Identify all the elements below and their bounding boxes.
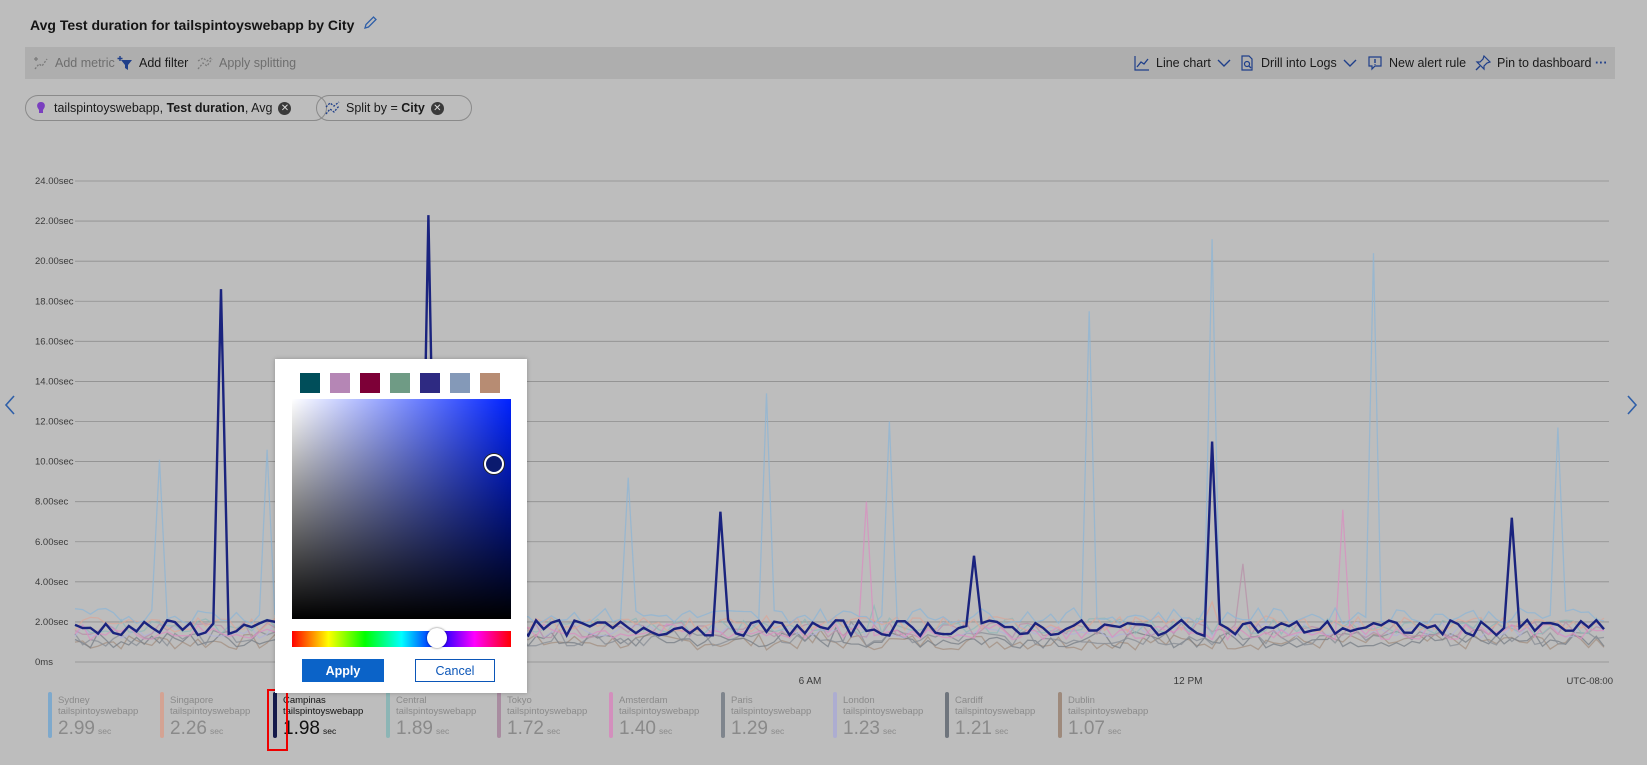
color-picker-dialog: Apply Cancel	[275, 359, 527, 693]
legend-value: 2.26 sec	[170, 718, 224, 739]
pencil-icon[interactable]	[362, 15, 378, 34]
legend-color-bar[interactable]	[48, 692, 52, 738]
apply-splitting-label: Apply splitting	[219, 56, 297, 70]
hue-slider-thumb[interactable]	[426, 628, 447, 648]
line-chart-icon	[1134, 56, 1149, 71]
timezone-label: UTC-08:00	[1567, 676, 1613, 687]
line-chart-label: Line chart	[1156, 56, 1211, 70]
color-swatch[interactable]	[300, 373, 320, 393]
y-tick-label: 4.00sec	[35, 577, 69, 588]
legend-color-bar[interactable]	[609, 692, 613, 738]
y-tick-label: 0ms	[35, 657, 53, 668]
legend-series-name: Singapore tailspintoyswebapp	[170, 695, 251, 717]
chevron-left-icon[interactable]	[4, 395, 16, 420]
apply-button[interactable]: Apply	[302, 659, 384, 682]
y-tick-label: 14.00sec	[35, 376, 74, 387]
split-pill[interactable]: Split by = City ✕	[316, 95, 472, 121]
remove-split-icon[interactable]: ✕	[430, 101, 444, 115]
new-alert-rule-label: New alert rule	[1389, 56, 1467, 70]
hue-slider[interactable]	[292, 631, 511, 647]
legend-series-name: Paris tailspintoyswebapp	[731, 695, 812, 717]
x-tick-label: 6 AM	[799, 676, 822, 687]
saturation-value-area[interactable]	[292, 399, 511, 619]
add-filter-label: Add filter	[139, 56, 189, 70]
metric-pill[interactable]: tailspintoyswebapp, Test duration, Avg ✕	[25, 95, 327, 121]
remove-metric-icon[interactable]: ✕	[278, 101, 292, 115]
x-tick-label: 12 PM	[1174, 676, 1203, 687]
drill-into-logs-label: Drill into Logs	[1261, 56, 1337, 70]
add-filter-button[interactable]: Add filter	[117, 47, 188, 79]
line-chart: 0ms 2.00sec 4.00sec 6.00sec 8.00sec 10.00sec 1…	[35, 176, 1613, 687]
add-filter-icon	[117, 56, 132, 70]
app-insights-icon	[37, 102, 45, 113]
legend-value: 1.29 sec	[731, 718, 785, 739]
chevron-down-icon	[1343, 59, 1357, 67]
color-swatch[interactable]	[390, 373, 410, 393]
logs-icon	[1241, 55, 1253, 71]
more-options-button[interactable]: ···	[1595, 47, 1608, 79]
y-tick-label: 12.00sec	[35, 417, 74, 428]
legend-value: 1.72 sec	[507, 718, 561, 739]
chevron-down-icon	[1217, 59, 1231, 67]
legend-series-name: Tokyo tailspintoyswebapp	[507, 695, 588, 717]
pin-icon	[1475, 55, 1491, 71]
line-chart-dropdown[interactable]: Line chart	[1134, 47, 1231, 79]
legend-color-bar[interactable]	[497, 692, 501, 738]
y-tick-label: 2.00sec	[35, 617, 69, 628]
color-selector-knob[interactable]	[484, 454, 504, 474]
legend-color-bar[interactable]	[945, 692, 949, 738]
apply-splitting-button[interactable]: Apply splitting	[197, 47, 296, 79]
y-tick-label: 16.00sec	[35, 336, 74, 347]
legend-series-name: London tailspintoyswebapp	[843, 695, 924, 717]
y-tick-label: 8.00sec	[35, 497, 69, 508]
selected-legend-highlight	[267, 689, 288, 751]
color-swatch[interactable]	[480, 373, 500, 393]
apply-splitting-icon	[197, 56, 213, 70]
legend-value: 1.23 sec	[843, 718, 897, 739]
y-tick-label: 6.00sec	[35, 537, 69, 548]
legend-value: 1.07 sec	[1068, 718, 1122, 739]
y-tick-label: 20.00sec	[35, 256, 74, 267]
legend-value: 1.40 sec	[619, 718, 673, 739]
legend-value: 1.98 sec	[283, 718, 337, 739]
add-metric-icon	[34, 57, 48, 70]
legend-series-name: Amsterdam tailspintoyswebapp	[619, 695, 700, 717]
y-tick-label: 18.00sec	[35, 296, 74, 307]
add-metric-label: Add metric	[55, 56, 115, 70]
color-swatch[interactable]	[330, 373, 350, 393]
legend-color-bar[interactable]	[833, 692, 837, 738]
add-metric-button[interactable]: Add metric	[33, 47, 115, 79]
legend-series-name: Campinas tailspintoyswebapp	[283, 695, 364, 717]
page-title: Avg Test duration for tailspintoyswebapp…	[30, 15, 378, 34]
drill-into-logs-dropdown[interactable]: Drill into Logs	[1239, 47, 1357, 79]
new-alert-rule-button[interactable]: New alert rule	[1367, 47, 1466, 79]
legend-series-name: Sydney tailspintoyswebapp	[58, 695, 139, 717]
legend-color-bar[interactable]	[721, 692, 725, 738]
legend-series-name: Dublin tailspintoyswebapp	[1068, 695, 1149, 717]
legend-color-bar[interactable]	[160, 692, 164, 738]
split-pill-text: Split by = City	[346, 101, 425, 115]
y-tick-label: 22.00sec	[35, 216, 74, 227]
color-swatch[interactable]	[450, 373, 470, 393]
y-tick-label: 24.00sec	[35, 176, 74, 187]
chevron-right-icon[interactable]	[1626, 395, 1638, 420]
legend-series-name: Cardiff tailspintoyswebapp	[955, 695, 1036, 717]
alert-icon	[1368, 56, 1382, 71]
chart-title-text: Avg Test duration for tailspintoyswebapp…	[30, 16, 355, 33]
legend-color-bar[interactable]	[386, 692, 390, 738]
legend-value: 2.99 sec	[58, 718, 112, 739]
color-swatch[interactable]	[360, 373, 380, 393]
toolbar: Add metric Add filter Apply splitting Li…	[25, 47, 1615, 79]
legend-color-bar[interactable]	[1058, 692, 1062, 738]
color-swatch[interactable]	[420, 373, 440, 393]
split-icon	[325, 100, 340, 114]
cancel-button[interactable]: Cancel	[415, 659, 495, 682]
y-tick-label: 10.00sec	[35, 457, 74, 468]
pin-to-dashboard-label: Pin to dashboard	[1497, 56, 1592, 70]
legend-value: 1.89 sec	[396, 718, 450, 739]
pin-to-dashboard-button[interactable]: Pin to dashboard	[1475, 47, 1592, 79]
legend-series-name: Central tailspintoyswebapp	[396, 695, 477, 717]
legend-value: 1.21 sec	[955, 718, 1009, 739]
metric-pill-text: tailspintoyswebapp, Test duration, Avg	[54, 101, 273, 115]
